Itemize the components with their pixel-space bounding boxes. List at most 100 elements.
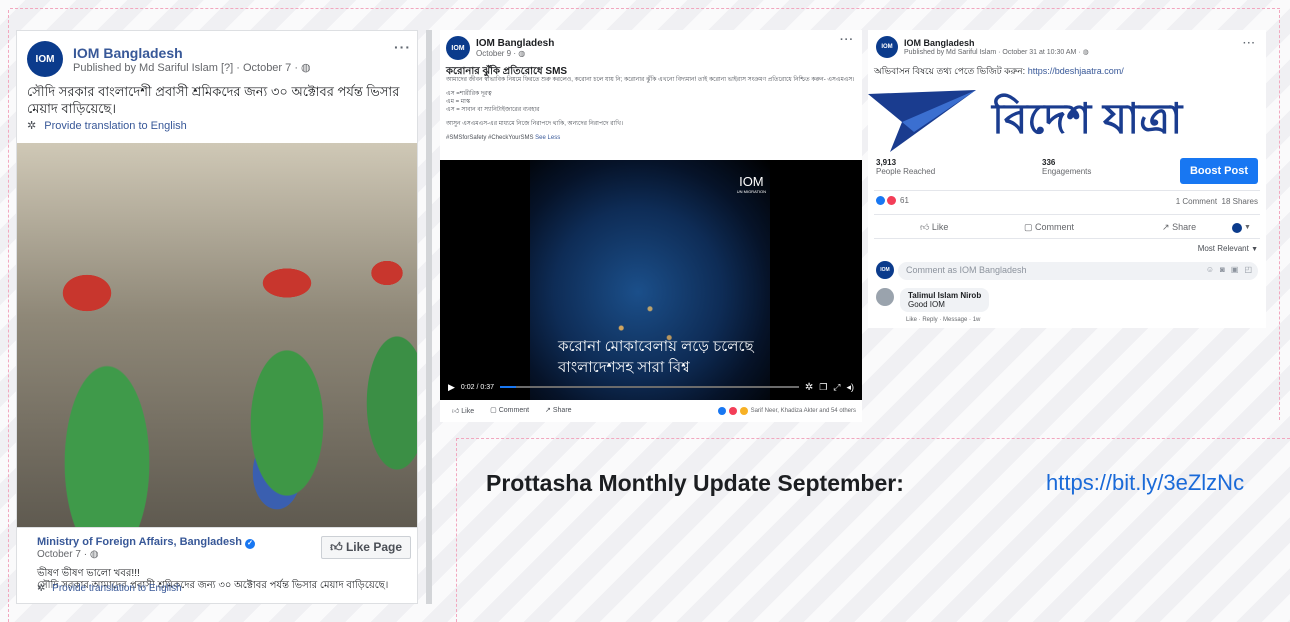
avatar[interactable]: IOM bbox=[446, 36, 470, 60]
post-header: IOM IOM Bangladesh October 9 · ◍ bbox=[446, 36, 554, 60]
share-button[interactable]: ↗ Share bbox=[1162, 222, 1232, 233]
more-options-icon[interactable]: ··· bbox=[394, 39, 411, 55]
sort-comments[interactable]: Most Relevant ▼ bbox=[1198, 244, 1258, 253]
like-button[interactable]: 👍︎ Like bbox=[452, 406, 474, 415]
settings-icon[interactable]: ✲ bbox=[805, 382, 813, 393]
comment-author[interactable]: Talimul Islam Nirob bbox=[908, 291, 981, 300]
post-body: আমাদের জীবন স্বাভাবিক নিয়মে ফিরতে শুরু … bbox=[446, 76, 856, 142]
post-body-5: আসুন এসএমএস-এর মাধ্যমে নিজে নিরাপদে থাকি… bbox=[446, 121, 624, 127]
page-name[interactable]: IOM Bangladesh bbox=[73, 45, 311, 61]
post-date: October 9 · ◍ bbox=[476, 49, 554, 58]
see-less-link[interactable]: See Less bbox=[535, 135, 560, 141]
page-name[interactable]: IOM Bangladesh bbox=[904, 38, 1089, 48]
reactions-text: Sarif Neer, Khadiza Akter and 54 others bbox=[750, 408, 856, 414]
comment-bubble: Talimul Islam Nirob Good IOM bbox=[900, 288, 990, 312]
gear-icon: ✲ bbox=[37, 583, 46, 594]
translate-link[interactable]: ✲ Provide translation to English bbox=[27, 119, 187, 132]
reach-stat: 3,913 People Reached bbox=[876, 158, 935, 176]
post-body-2: এস =শারীরিক দূরত্ব bbox=[446, 91, 492, 97]
comment-label: Comment bbox=[498, 407, 530, 414]
like-button[interactable]: 👍︎ Like bbox=[920, 222, 1024, 233]
emoji-icon[interactable]: ☺ bbox=[1206, 265, 1214, 274]
like-label: Like bbox=[931, 222, 949, 232]
monthly-update-link[interactable]: https://bit.ly/3eZlzNc bbox=[1046, 470, 1244, 496]
play-icon[interactable]: ▶ bbox=[448, 382, 455, 393]
comment-input-tools: ☺ ◙ ▣ ◰ bbox=[1206, 265, 1252, 274]
bideshjatra-banner[interactable]: বিদেশ যাত্রা bbox=[868, 86, 1266, 156]
more-options-icon[interactable]: ··· bbox=[1243, 38, 1256, 49]
globe-icon: ◍ bbox=[301, 61, 311, 74]
like-label: Like bbox=[461, 408, 475, 415]
post-body-4: এস = সাবান বা স্যানিটাইজারের ব্যবহার bbox=[446, 107, 540, 113]
comment-input[interactable]: Comment as IOM Bangladesh bbox=[898, 262, 1258, 280]
reach-label: People Reached bbox=[876, 167, 936, 176]
engagement-stat: 336 Engagements bbox=[1042, 158, 1091, 176]
post-text: সৌদি সরকার বাংলাদেশী প্রবাসী শ্রমিকদের জ… bbox=[27, 84, 400, 116]
post-date-text: October 9 · bbox=[476, 49, 517, 58]
gear-icon: ✲ bbox=[27, 120, 37, 132]
hashtags[interactable]: #SMSforSafety #CheckYourSMS bbox=[446, 135, 534, 141]
post-meta-text: Published by Md Sariful Islam [?] · Octo… bbox=[73, 61, 298, 74]
globe-icon: ◍ bbox=[1082, 49, 1089, 56]
more-options-icon[interactable]: ··· bbox=[840, 34, 854, 46]
post-body-1: আমাদের জীবন স্বাভাবিক নিয়মে ফিরতে শুরু … bbox=[446, 77, 855, 83]
reactions-summary[interactable]: Sarif Neer, Khadiza Akter and 54 others bbox=[717, 407, 856, 415]
thumbs-up-icon: 👍︎ bbox=[920, 222, 930, 232]
post-hashtags-line: #SMSforSafety #CheckYourSMS See Less bbox=[446, 134, 856, 142]
monthly-update-title: Prottasha Monthly Update September: bbox=[486, 470, 904, 496]
share-button[interactable]: ↗ Share bbox=[545, 406, 572, 415]
engagement-value: 336 bbox=[1042, 158, 1056, 167]
comment-button[interactable]: ▢ Comment bbox=[490, 406, 529, 415]
gif-icon[interactable]: ▣ bbox=[1231, 265, 1239, 274]
globe-icon: ◍ bbox=[89, 549, 99, 560]
workers-photo[interactable] bbox=[17, 143, 417, 527]
comments-shares[interactable]: 1 Comment 18 Shares bbox=[1176, 197, 1258, 206]
comment-icon: ▢ bbox=[1024, 222, 1033, 232]
commenter-avatar[interactable] bbox=[876, 288, 894, 306]
post-body-3: এম = মাস্ক bbox=[446, 99, 471, 105]
comment-label: Comment bbox=[1035, 222, 1075, 232]
caret-down-icon: ▼ bbox=[1251, 246, 1258, 253]
post-text-line: অভিবাসন বিষয়ে তথ্য পেতে ভিজিট করুন: htt… bbox=[874, 64, 1124, 79]
page-name[interactable]: IOM Bangladesh bbox=[476, 38, 554, 49]
like-page-label: Like Page bbox=[345, 540, 402, 554]
avatar[interactable]: IOM bbox=[27, 41, 63, 77]
post-card-visa: IOM IOM Bangladesh Published by Md Sarif… bbox=[16, 30, 418, 604]
love-reaction-icon bbox=[887, 196, 896, 205]
iom-video-logo-sub: UN MIGRATION bbox=[736, 189, 766, 194]
iom-video-logo-text: IOM bbox=[739, 174, 764, 189]
post-link[interactable]: https://bdeshjaatra.com/ bbox=[1028, 66, 1124, 76]
divider bbox=[874, 214, 1260, 215]
volume-icon[interactable]: ◂) bbox=[846, 382, 854, 393]
camera-icon[interactable]: ◙ bbox=[1220, 265, 1225, 274]
paper-plane-icon bbox=[868, 90, 976, 152]
translate-label: Provide translation to English bbox=[44, 120, 187, 132]
like-page-button[interactable]: 👍︎ Like Page bbox=[321, 536, 411, 559]
thumbs-up-icon: 👍︎ bbox=[452, 408, 460, 415]
sticker-icon[interactable]: ◰ bbox=[1244, 265, 1252, 274]
reaction-count[interactable]: 61 bbox=[876, 196, 909, 205]
miniplayer-icon[interactable]: ❐ bbox=[819, 382, 827, 393]
divider bbox=[874, 238, 1260, 239]
comment-meta[interactable]: Like · Reply · Message · 1w bbox=[906, 317, 980, 323]
comment-icon: ▢ bbox=[490, 407, 497, 414]
comment-button[interactable]: ▢ Comment bbox=[1024, 222, 1162, 233]
post-actions: 👍︎ Like ▢ Comment ↗ Share ▼ bbox=[920, 222, 1266, 233]
sort-label: Most Relevant bbox=[1197, 244, 1249, 253]
video-progress-track[interactable] bbox=[500, 386, 799, 388]
shared-translate-link[interactable]: ✲ Provide translation to English bbox=[37, 583, 182, 594]
boost-post-button[interactable]: Boost Post bbox=[1179, 158, 1258, 184]
iom-video-logo: IOM UN MIGRATION bbox=[737, 174, 766, 194]
reach-value: 3,913 bbox=[876, 158, 897, 167]
video-player[interactable]: IOM UN MIGRATION করোনা মোকাবেলায় লড়ে চ… bbox=[440, 160, 862, 400]
post-meta: Published by Md Sariful Islam [?] · Octo… bbox=[73, 61, 311, 74]
fullscreen-icon[interactable]: ⤢ bbox=[833, 382, 840, 393]
shared-date-text: October 7 · bbox=[37, 549, 88, 560]
video-controls: ▶ 0:02 / 0:37 ✲ ❐ ⤢ ◂) bbox=[440, 374, 862, 400]
post-text: অভিবাসন বিষয়ে তথ্য পেতে ভিজিট করুন: bbox=[874, 66, 1026, 76]
avatar[interactable]: IOM bbox=[876, 36, 898, 58]
banner-title: বিদেশ যাত্রা bbox=[992, 94, 1183, 142]
post-as-selector[interactable]: ▼ bbox=[1232, 222, 1251, 233]
frame-top bbox=[10, 8, 1280, 9]
post-card-bideshjatra: IOM IOM Bangladesh Published by Md Sarif… bbox=[868, 30, 1266, 328]
